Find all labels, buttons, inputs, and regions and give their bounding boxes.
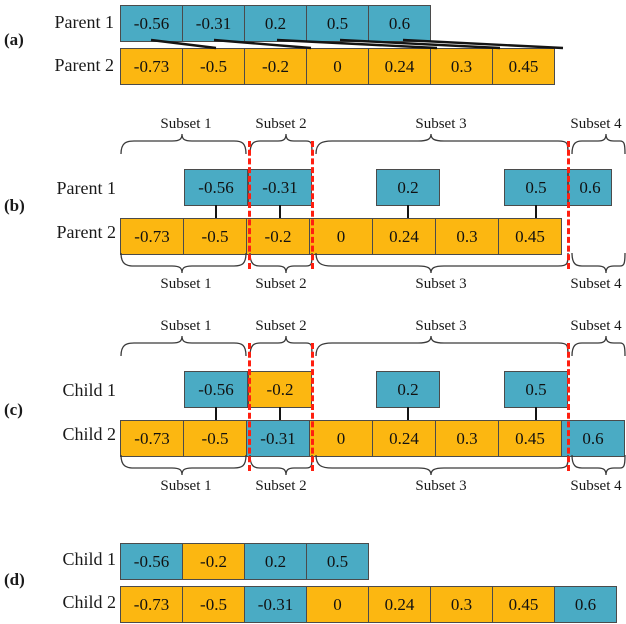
panel-c-top-subset-2-label: Subset 2 — [255, 318, 307, 334]
panel-b-row-label-parent-2: Parent 2 — [56, 222, 116, 242]
gene-cell: 0.3 — [430, 586, 493, 623]
panel-c-top-subset-4-label: Subset 4 — [570, 318, 622, 334]
gene-cell: -0.73 — [120, 586, 183, 623]
panel-b-row-label-parent-1: Parent 1 — [56, 178, 116, 198]
panel-c-child-2-chromosome: -0.73 -0.5 -0.31 0 0.24 0.3 0.45 0.6 — [120, 420, 625, 457]
gene-cell: 0.3 — [435, 420, 499, 457]
gene-block: 0.5 — [504, 169, 568, 206]
gene-block: 0.2 — [376, 169, 440, 206]
gene-cell: 0.6 — [554, 586, 617, 623]
panel-b-parent-2-chromosome: -0.73 -0.5 -0.2 0 0.24 0.3 0.45 — [120, 218, 562, 255]
panel-d-child-2-chromosome: -0.73 -0.5 -0.31 0 0.24 0.3 0.45 0.6 — [120, 586, 617, 623]
panel-c-top-braces — [120, 335, 626, 357]
panel-b-stem-4 — [535, 205, 537, 219]
gene-cell: 0.45 — [498, 420, 562, 457]
gene-cell: -0.31 — [246, 420, 310, 457]
panel-b-split-line-3 — [567, 141, 570, 269]
panel-b-split-line-1 — [248, 141, 251, 269]
gene-cell: 0 — [306, 586, 369, 623]
panel-b-bottom-subset-1-label: Subset 1 — [160, 276, 212, 292]
gene-cell: -0.5 — [183, 420, 247, 457]
panel-c-row-label-child-2: Child 2 — [62, 424, 116, 444]
panel-b-bottom-subset-4-label: Subset 4 — [570, 276, 622, 292]
gene-block: -0.56 — [184, 169, 248, 206]
panel-a-mapping-lines — [150, 38, 564, 50]
gene-cell: -0.73 — [120, 420, 184, 457]
gene-block: 0.6 — [568, 169, 612, 206]
panel-b-bottom-subset-2-label: Subset 2 — [255, 276, 307, 292]
panel-c-split-line-1 — [248, 343, 251, 471]
gene-cell: -0.2 — [182, 543, 245, 580]
gene-cell: -0.31 — [244, 586, 307, 623]
panel-c-bottom-subset-1-label: Subset 1 — [160, 478, 212, 494]
panel-c-stem-4 — [535, 407, 537, 421]
panel-b-tag: (b) — [4, 196, 25, 215]
gene-block: -0.2 — [248, 371, 312, 408]
panel-b-stem-2 — [279, 205, 281, 219]
panel-c-stem-2 — [279, 407, 281, 421]
panel-b-top-subset-1-label: Subset 1 — [160, 116, 212, 132]
panel-d-tag: (d) — [4, 570, 25, 589]
gene-cell: -0.5 — [182, 586, 245, 623]
gene-cell: 0.45 — [492, 586, 555, 623]
gene-cell: -0.2 — [246, 218, 310, 255]
gene-cell: -0.73 — [120, 218, 184, 255]
panel-b-top-braces — [120, 133, 626, 155]
panel-c-bottom-subset-4-label: Subset 4 — [570, 478, 622, 494]
panel-d-row-label-child-1: Child 1 — [62, 549, 116, 569]
panel-c-top-subset-1-label: Subset 1 — [160, 318, 212, 334]
panel-c-bottom-subset-3-label: Subset 3 — [415, 478, 467, 494]
panel-b-top-subset-4-label: Subset 4 — [570, 116, 622, 132]
gene-cell: 0.45 — [498, 218, 562, 255]
gene-cell: 0.24 — [372, 218, 436, 255]
panel-c-split-line-3 — [567, 343, 570, 471]
panel-b-stem-1 — [215, 205, 217, 219]
gene-cell: 0.24 — [372, 420, 436, 457]
panel-c-bottom-subset-2-label: Subset 2 — [255, 478, 307, 494]
gene-block: 0.2 — [376, 371, 440, 408]
panel-b-bottom-braces — [120, 252, 626, 274]
gene-cell: -0.5 — [183, 218, 247, 255]
panel-b-stem-3 — [407, 205, 409, 219]
gene-cell: 0 — [309, 218, 373, 255]
panel-c-tag: (c) — [4, 400, 23, 419]
panel-b-bottom-subset-3-label: Subset 3 — [415, 276, 467, 292]
panel-c-split-line-2 — [311, 343, 314, 471]
gene-cell: 0.2 — [244, 543, 307, 580]
panel-c-bottom-braces — [120, 454, 626, 476]
panel-b-split-line-2 — [311, 141, 314, 269]
panel-d-child-1-chromosome: -0.56 -0.2 0.2 0.5 — [120, 543, 369, 580]
panel-b-top-subset-2-label: Subset 2 — [255, 116, 307, 132]
gene-cell: 0.6 — [561, 420, 625, 457]
panel-d-row-label-child-2: Child 2 — [62, 592, 116, 612]
panel-c-row-label-child-1: Child 1 — [62, 380, 116, 400]
gene-block: 0.5 — [504, 371, 568, 408]
gene-block: -0.56 — [184, 371, 248, 408]
panel-c-stem-3 — [407, 407, 409, 421]
gene-cell: 0.3 — [435, 218, 499, 255]
gene-cell: 0.5 — [306, 543, 369, 580]
panel-c-top-subset-3-label: Subset 3 — [415, 318, 467, 334]
gene-cell: -0.56 — [120, 543, 183, 580]
panel-c-stem-1 — [215, 407, 217, 421]
gene-cell: 0.24 — [368, 586, 431, 623]
gene-block: -0.31 — [248, 169, 312, 206]
gene-cell: 0 — [309, 420, 373, 457]
panel-b-top-subset-3-label: Subset 3 — [415, 116, 467, 132]
